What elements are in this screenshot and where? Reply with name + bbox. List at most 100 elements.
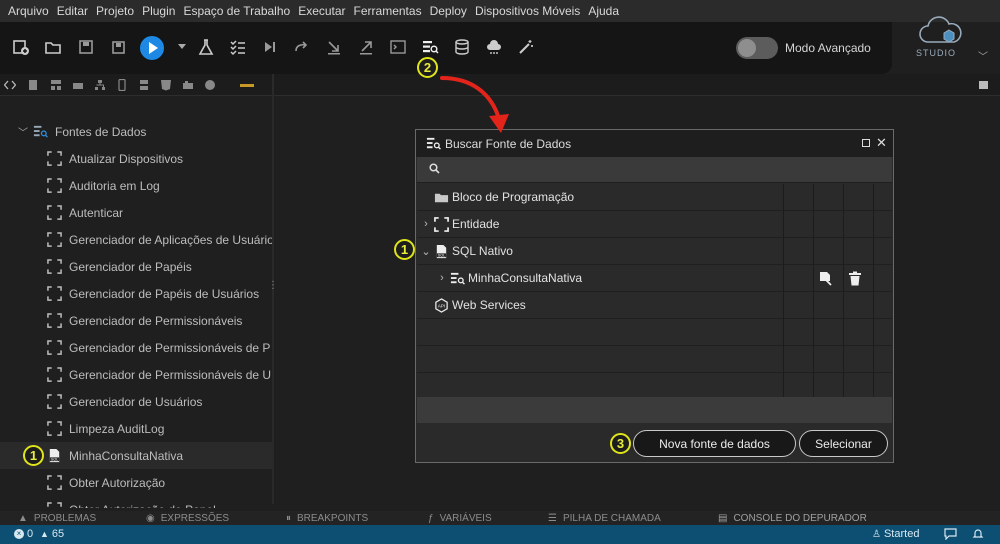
tab-pilha-de-chamada[interactable]: ☰ PILHA DE CHAMADA bbox=[548, 513, 661, 524]
code-icon[interactable] bbox=[4, 79, 16, 91]
tree-item[interactable]: Autenticar bbox=[0, 199, 272, 226]
step-over-icon[interactable] bbox=[291, 36, 313, 58]
menu-deploy[interactable]: Deploy bbox=[426, 0, 471, 22]
magic-wand-icon[interactable] bbox=[515, 36, 537, 58]
chevron-down-icon[interactable]: ﹀ bbox=[18, 124, 28, 139]
tree-item-label: Autenticar bbox=[69, 205, 124, 220]
menu-executar[interactable]: Executar bbox=[294, 0, 349, 22]
panel-resize-grip[interactable]: ⋮ bbox=[268, 281, 278, 291]
menu-projeto[interactable]: Projeto bbox=[92, 0, 138, 22]
tree-item[interactable]: Gerenciador de Permissionáveis de U bbox=[0, 361, 272, 388]
layout-icon[interactable] bbox=[50, 79, 62, 91]
step-out-icon[interactable] bbox=[355, 36, 377, 58]
eye-icon: ◉ bbox=[146, 513, 155, 524]
tree-item-label: Gerenciador de Usuários bbox=[69, 394, 203, 409]
search-input[interactable] bbox=[441, 161, 881, 179]
save-icon[interactable] bbox=[75, 36, 97, 58]
entity-icon bbox=[46, 286, 62, 302]
mobile-icon[interactable] bbox=[116, 79, 128, 91]
run-status: ♙ Started bbox=[872, 528, 920, 540]
menu-plugin[interactable]: Plugin bbox=[138, 0, 179, 22]
tree-item-label: Atualizar Dispositivos bbox=[69, 151, 184, 166]
save-all-icon[interactable] bbox=[107, 36, 129, 58]
grid-row-empty bbox=[417, 373, 892, 400]
new-project-icon[interactable] bbox=[10, 36, 32, 58]
grid-row-sql-nativo[interactable]: ⌄ SQL SQL Nativo bbox=[417, 238, 892, 265]
warning-icon: ▲ bbox=[40, 529, 49, 539]
file-icon[interactable] bbox=[27, 79, 39, 91]
grid-row-minha-consulta-nativa[interactable]: › MinhaConsultaNativa bbox=[417, 265, 892, 292]
edit-document-icon[interactable] bbox=[818, 271, 833, 286]
grid-column-line bbox=[873, 184, 874, 397]
error-count[interactable]: × 0 bbox=[14, 528, 33, 540]
grid-row-web-services[interactable]: API Web Services bbox=[417, 292, 892, 319]
terminal-icon[interactable] bbox=[387, 36, 409, 58]
advanced-mode-toggle[interactable] bbox=[736, 37, 778, 59]
datasource-search-icon bbox=[426, 137, 441, 150]
entity-icon bbox=[46, 502, 62, 509]
cloud-deploy-icon[interactable] bbox=[483, 36, 505, 58]
sql-icon: SQL bbox=[433, 243, 449, 259]
datasource-search-icon[interactable] bbox=[419, 36, 441, 58]
entity-icon bbox=[46, 178, 62, 194]
notification-bell-icon[interactable] bbox=[972, 528, 984, 540]
tree-item[interactable]: Atualizar Dispositivos bbox=[0, 145, 272, 172]
server-icon[interactable] bbox=[138, 79, 150, 91]
tree-item-label: Gerenciador de Permissionáveis de P bbox=[69, 340, 271, 355]
chevron-right-icon[interactable]: › bbox=[437, 272, 447, 284]
palette-icon[interactable] bbox=[204, 79, 216, 91]
maximize-panel-icon[interactable] bbox=[979, 81, 988, 89]
menu-ferramentas[interactable]: Ferramentas bbox=[350, 0, 426, 22]
tree-item[interactable]: Gerenciador de Papéis de Usuários bbox=[0, 280, 272, 307]
tree-item[interactable]: Obter Autorização bbox=[0, 469, 272, 496]
tree-root-fontes-de-dados[interactable]: ﹀ Fontes de Dados bbox=[0, 118, 272, 145]
grid-row-entidade[interactable]: › Entidade bbox=[417, 211, 892, 238]
database-icon[interactable] bbox=[451, 36, 473, 58]
hierarchy-icon[interactable] bbox=[94, 79, 106, 91]
menu-arquivo[interactable]: Arquivo bbox=[4, 0, 53, 22]
chevron-right-icon[interactable]: › bbox=[421, 218, 431, 230]
checklist-icon[interactable] bbox=[227, 36, 249, 58]
studio-logo[interactable]: STUDIO ﹀ bbox=[892, 16, 1000, 74]
dialog-title-bar[interactable]: Buscar Fonte de Dados bbox=[416, 130, 893, 157]
step-forward-icon[interactable] bbox=[259, 36, 281, 58]
tree-item[interactable]: Obter Autorização de Papel bbox=[0, 496, 272, 508]
menu-editar[interactable]: Editar bbox=[53, 0, 92, 22]
trash-icon[interactable] bbox=[848, 271, 862, 286]
menu-dispositivos-moveis[interactable]: Dispositivos Móveis bbox=[471, 0, 584, 22]
tree-item[interactable]: Gerenciador de Usuários bbox=[0, 388, 272, 415]
grid-column-line bbox=[783, 184, 784, 397]
bottom-panel-tabs: ▲ PROBLEMAS ◉ EXPRESSÕES ⏸ BREAKPOINTS ƒ VAR… bbox=[0, 511, 1000, 525]
tab-breakpoints[interactable]: ⏸ BREAKPOINTS bbox=[286, 513, 368, 524]
studio-chevron-down-icon[interactable]: ﹀ bbox=[978, 48, 988, 63]
new-datasource-button[interactable]: Nova fonte de dados bbox=[633, 430, 796, 457]
tree-item[interactable]: Gerenciador de Papéis bbox=[0, 253, 272, 280]
warning-count[interactable]: ▲ 65 bbox=[40, 528, 64, 540]
flask-test-icon[interactable] bbox=[195, 36, 217, 58]
tree-item[interactable]: Gerenciador de Permissionáveis bbox=[0, 307, 272, 334]
run-button[interactable] bbox=[140, 36, 164, 60]
html5-icon[interactable] bbox=[160, 79, 172, 91]
chevron-down-icon[interactable]: ⌄ bbox=[421, 245, 431, 258]
maximize-icon[interactable] bbox=[862, 139, 870, 147]
tab-console-depurador[interactable]: ▤ CONSOLE DO DEPURADOR bbox=[718, 513, 867, 524]
menu-espaco-trabalho[interactable]: Espaço de Trabalho bbox=[179, 0, 294, 22]
grid-row-bloco-programacao[interactable]: Bloco de Programação bbox=[417, 184, 892, 211]
tree-item[interactable]: Gerenciador de Permissionáveis de P bbox=[0, 334, 272, 361]
menu-ajuda[interactable]: Ajuda bbox=[584, 0, 623, 22]
run-options-chevron-icon[interactable] bbox=[178, 44, 186, 49]
tree-item[interactable]: Gerenciador de Aplicações de Usuário bbox=[0, 226, 272, 253]
open-folder-icon[interactable] bbox=[42, 36, 64, 58]
step-into-icon[interactable] bbox=[323, 36, 345, 58]
select-button[interactable]: Selecionar bbox=[799, 430, 888, 457]
tab-problemas[interactable]: ▲ PROBLEMAS bbox=[18, 513, 96, 524]
tree-item[interactable]: Limpeza AuditLog bbox=[0, 415, 272, 442]
blocks-alt-icon[interactable] bbox=[182, 79, 194, 91]
blocks-icon[interactable] bbox=[72, 79, 84, 91]
close-icon[interactable]: ✕ bbox=[876, 135, 887, 151]
tree-item[interactable]: Auditoria em Log bbox=[0, 172, 272, 199]
tab-expressoes[interactable]: ◉ EXPRESSÕES bbox=[146, 513, 229, 524]
chat-icon[interactable] bbox=[944, 528, 957, 540]
tab-variaveis[interactable]: ƒ VARIÁVEIS bbox=[428, 513, 492, 524]
entity-icon bbox=[46, 313, 62, 329]
